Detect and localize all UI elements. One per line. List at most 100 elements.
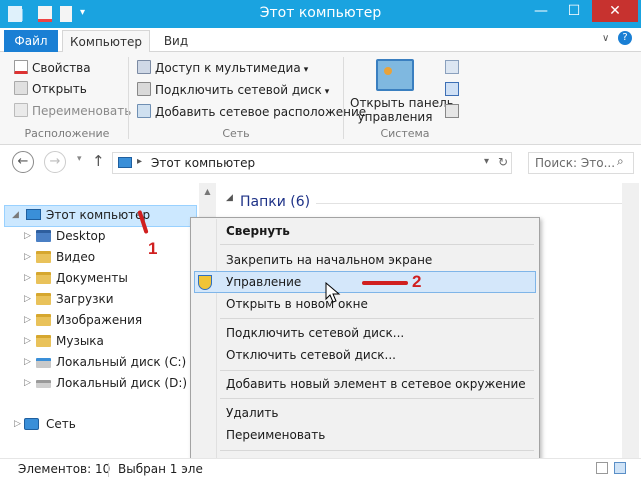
forward-button[interactable]: → bbox=[44, 151, 66, 173]
minimize-button[interactable]: — bbox=[527, 0, 555, 22]
ribbon-separator bbox=[343, 57, 344, 139]
map-drive-button[interactable]: Подключить сетевой диск ▾ bbox=[137, 82, 329, 97]
open-button[interactable]: Открыть bbox=[14, 81, 87, 96]
network-location-icon bbox=[137, 104, 151, 118]
group-header-rule bbox=[316, 203, 626, 204]
collapsed-arrow-icon: ▷ bbox=[24, 336, 31, 346]
rename-button[interactable]: Переименовать bbox=[14, 103, 131, 118]
menu-item-pin-to-start[interactable]: Закрепить на начальном экране bbox=[226, 249, 432, 271]
annotation-mark-2 bbox=[362, 281, 408, 285]
tab-computer[interactable]: Компьютер bbox=[62, 30, 150, 52]
search-icon: ⌕ bbox=[617, 154, 624, 168]
tree-item-video[interactable]: ▷ Видео bbox=[0, 247, 198, 268]
tree-item-drive-c[interactable]: ▷ Локальный диск (C:) bbox=[0, 352, 198, 373]
tree-item-label: Локальный диск (D:) bbox=[56, 376, 188, 390]
tree-item-label: Этот компьютер bbox=[46, 208, 151, 222]
status-divider bbox=[108, 463, 109, 477]
network-drive-icon bbox=[137, 82, 151, 96]
scroll-up-icon[interactable]: ▲ bbox=[199, 187, 216, 196]
system-properties-icon[interactable] bbox=[445, 82, 459, 96]
tree-item-label: Музыка bbox=[56, 334, 104, 348]
title-bar: Этот компьютер ▾ — ☐ ✕ bbox=[0, 0, 641, 28]
item-count: Элементов: 10 bbox=[18, 462, 111, 476]
ribbon-separator bbox=[128, 57, 129, 139]
tree-item-network[interactable]: ▷ Сеть bbox=[0, 414, 198, 435]
tree-item-music[interactable]: ▷ Музыка bbox=[0, 331, 198, 352]
address-bar[interactable]: ▸ Этот компьютер ▾ ↻ bbox=[112, 152, 512, 174]
menu-item-add-network-location[interactable]: Добавить новый элемент в сетевое окружен… bbox=[226, 373, 526, 395]
maximize-button[interactable]: ☐ bbox=[560, 0, 588, 22]
media-access-label: Доступ к мультимедиа bbox=[155, 61, 301, 75]
menu-separator bbox=[220, 450, 534, 451]
tab-view[interactable]: Вид bbox=[156, 30, 196, 52]
menu-gutter-line bbox=[216, 219, 217, 475]
tiles-view-icon[interactable] bbox=[614, 462, 626, 474]
help-icon[interactable]: ? bbox=[618, 31, 632, 45]
group-system-label: Система bbox=[380, 127, 430, 140]
downloads-folder-icon bbox=[36, 293, 51, 305]
app-icon bbox=[8, 6, 22, 22]
menu-separator bbox=[220, 318, 534, 319]
properties-icon bbox=[14, 60, 28, 74]
group-location-label: Расположение bbox=[24, 127, 110, 140]
tree-item-drive-d[interactable]: ▷ Локальный диск (D:) bbox=[0, 373, 198, 394]
collapsed-arrow-icon: ▷ bbox=[24, 357, 31, 367]
manage-icon[interactable] bbox=[445, 104, 459, 118]
media-access-button[interactable]: Доступ к мультимедиа ▾ bbox=[137, 60, 308, 75]
refresh-icon[interactable]: ↻ bbox=[498, 155, 508, 169]
address-dropdown-icon[interactable]: ▾ bbox=[484, 156, 489, 167]
qat-divider bbox=[22, 9, 23, 21]
menu-item-disconnect-drive[interactable]: Отключить сетевой диск... bbox=[226, 344, 396, 366]
media-icon bbox=[137, 60, 151, 74]
control-panel-icon[interactable] bbox=[376, 59, 414, 91]
tree-item-documents[interactable]: ▷ Документы bbox=[0, 268, 198, 289]
search-box[interactable]: Поиск: Это... ⌕ bbox=[528, 152, 634, 174]
ribbon-collapse-icon[interactable]: ∨ bbox=[602, 33, 609, 44]
menu-item-collapse[interactable]: Свернуть bbox=[226, 220, 290, 242]
group-collapse-icon[interactable]: ◢ bbox=[226, 193, 233, 203]
up-button[interactable]: ↑ bbox=[92, 152, 105, 170]
menu-item-manage[interactable]: Управление bbox=[226, 271, 301, 293]
tree-item-desktop[interactable]: ▷ Desktop bbox=[0, 226, 198, 247]
group-network-label: Сеть bbox=[222, 127, 250, 140]
desktop-icon bbox=[36, 230, 51, 242]
menu-separator bbox=[220, 398, 534, 399]
map-drive-label: Подключить сетевой диск bbox=[155, 83, 322, 97]
properties-button[interactable]: Свойства bbox=[14, 60, 91, 75]
menu-item-delete[interactable]: Удалить bbox=[226, 402, 279, 424]
menu-separator bbox=[220, 370, 534, 371]
tree-item-label: Локальный диск (C:) bbox=[56, 355, 187, 369]
menu-item-open-new-window[interactable]: Открыть в новом окне bbox=[226, 293, 368, 315]
open-control-panel-button[interactable]: Открыть панель управления bbox=[350, 96, 454, 124]
tree-item-pictures[interactable]: ▷ Изображения bbox=[0, 310, 198, 331]
uninstall-programs-icon[interactable] bbox=[445, 60, 459, 74]
local-drive-icon bbox=[36, 380, 51, 388]
qat-dropdown-icon[interactable]: ▾ bbox=[80, 7, 85, 18]
content-scrollbar[interactable] bbox=[622, 183, 639, 458]
menu-separator bbox=[220, 244, 534, 245]
new-folder-qat-icon[interactable] bbox=[60, 6, 72, 22]
properties-label: Свойства bbox=[32, 61, 91, 75]
collapsed-arrow-icon: ▷ bbox=[24, 294, 31, 304]
annotation-step-2: 2 bbox=[412, 272, 422, 291]
tab-file[interactable]: Файл bbox=[4, 30, 58, 52]
tree-item-this-pc[interactable]: ◢ Этот компьютер bbox=[0, 205, 200, 226]
system-drive-icon bbox=[36, 358, 51, 368]
menu-item-map-drive[interactable]: Подключить сетевой диск... bbox=[226, 322, 404, 344]
menu-item-rename[interactable]: Переименовать bbox=[226, 424, 325, 446]
recent-locations-icon[interactable]: ▾ bbox=[77, 154, 82, 164]
tree-item-label: Изображения bbox=[56, 313, 143, 327]
tree-item-label: Документы bbox=[56, 271, 128, 285]
tree-item-label: Загрузки bbox=[56, 292, 114, 306]
add-location-button[interactable]: Добавить сетевое расположение bbox=[137, 104, 366, 119]
properties-qat-icon[interactable] bbox=[38, 6, 52, 22]
dropdown-arrow-icon: ▾ bbox=[324, 87, 330, 97]
close-button[interactable]: ✕ bbox=[592, 0, 638, 22]
details-view-icon[interactable] bbox=[596, 462, 608, 474]
back-button[interactable]: ← bbox=[12, 151, 34, 173]
folders-group-header[interactable]: Папки (6) bbox=[240, 194, 310, 210]
tree-item-label: Видео bbox=[56, 250, 96, 264]
annotation-step-1: 1 bbox=[148, 239, 158, 258]
mouse-cursor-icon bbox=[325, 282, 341, 303]
tree-item-downloads[interactable]: ▷ Загрузки bbox=[0, 289, 198, 310]
